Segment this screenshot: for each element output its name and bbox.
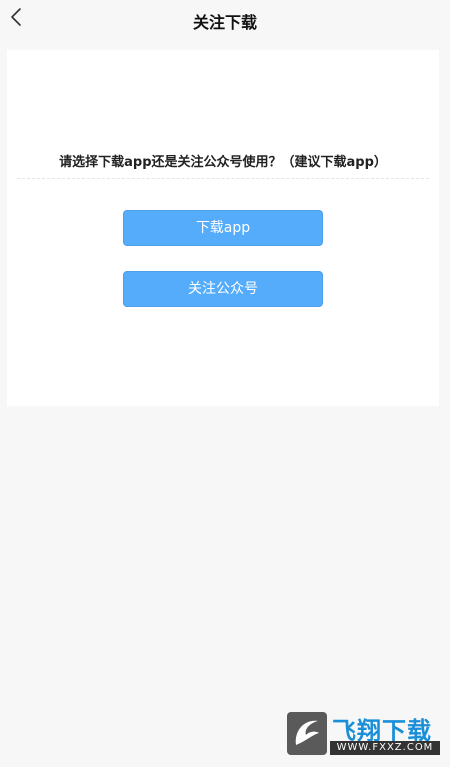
choice-card: 请选择下载app还是关注公众号使用？（建议下载app） 下载app 关注公众号 (7, 50, 439, 406)
page: 关注下载 请选择下载app还是关注公众号使用？（建议下载app） 下载app 关… (0, 0, 450, 767)
page-title: 关注下载 (192, 13, 257, 32)
follow-official-account-button[interactable]: 关注公众号 (123, 271, 323, 307)
fxxz-logo-icon (287, 712, 327, 755)
download-app-button[interactable]: 下载app (123, 210, 323, 246)
watermark-url: WWW.FXXZ.COM (330, 741, 440, 755)
navbar: 关注下载 (0, 0, 450, 40)
question-text: 请选择下载app还是关注公众号使用？（建议下载app） (59, 155, 387, 170)
watermark: 飞翔下载 WWW.FXXZ.COM (286, 711, 440, 756)
dashed-divider (17, 178, 429, 179)
